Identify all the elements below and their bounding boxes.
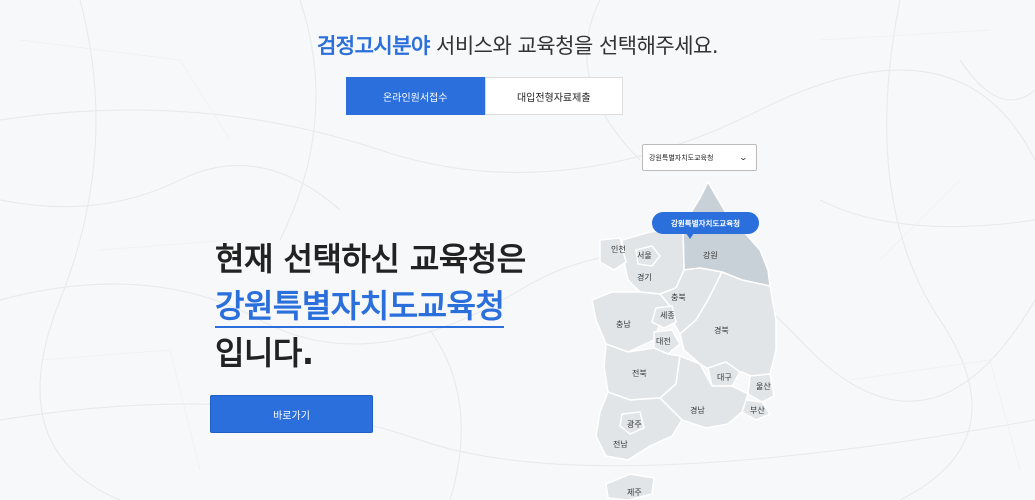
headline-line-1: 현재 선택하신 교육청은	[215, 240, 526, 278]
office-select[interactable]: 강원특별자치도교육청 ⌄	[642, 144, 757, 171]
label-gwangju: 광주	[627, 419, 642, 429]
go-button[interactable]: 바로가기	[210, 395, 373, 433]
chevron-down-icon: ⌄	[738, 153, 749, 162]
label-incheon: 인천	[611, 244, 626, 254]
label-gyeongbuk: 경북	[714, 325, 729, 335]
label-daejeon: 대전	[656, 336, 671, 346]
label-gangwon: 강원	[703, 250, 718, 260]
heading-accent: 검정고시분야	[316, 34, 430, 58]
office-select-value: 강원특별자치도교육청	[649, 153, 714, 162]
label-chungbuk: 충북	[671, 293, 686, 302]
label-gyeongnam: 경남	[690, 405, 705, 415]
label-daegu: 대구	[717, 373, 732, 382]
label-jeju: 제주	[627, 488, 642, 497]
pin-pointer-icon	[686, 233, 694, 239]
selected-region-pin: 강원특별자치도교육청	[652, 212, 759, 234]
label-sejong: 세종	[660, 311, 675, 320]
page-heading: 검정고시분야 서비스와 교육청을 선택해주세요.	[0, 30, 1035, 60]
label-gyeonggi: 경기	[637, 272, 652, 282]
headline-line-3: 입니다.	[215, 334, 314, 372]
heading-rest: 서비스와 교육청을 선택해주세요.	[429, 34, 719, 58]
label-jeonnam: 전남	[613, 439, 628, 449]
label-chungnam: 충남	[616, 320, 631, 329]
label-jeonbuk: 전북	[632, 368, 647, 378]
tab-admission-data-submission[interactable]: 대입전형자료제출	[484, 77, 623, 115]
headline-office-name: 강원특별자치도교육청	[215, 286, 505, 328]
tab-online-application[interactable]: 온라인원서접수	[346, 77, 485, 115]
selected-office-headline: 현재 선택하신 교육청은 강원특별자치도교육청 입니다.	[215, 236, 526, 377]
label-busan: 부산	[750, 405, 765, 415]
service-tabs: 온라인원서접수 대입전형자료제출	[346, 77, 623, 115]
label-ulsan: 울산	[756, 381, 771, 391]
label-seoul: 서울	[637, 251, 652, 260]
